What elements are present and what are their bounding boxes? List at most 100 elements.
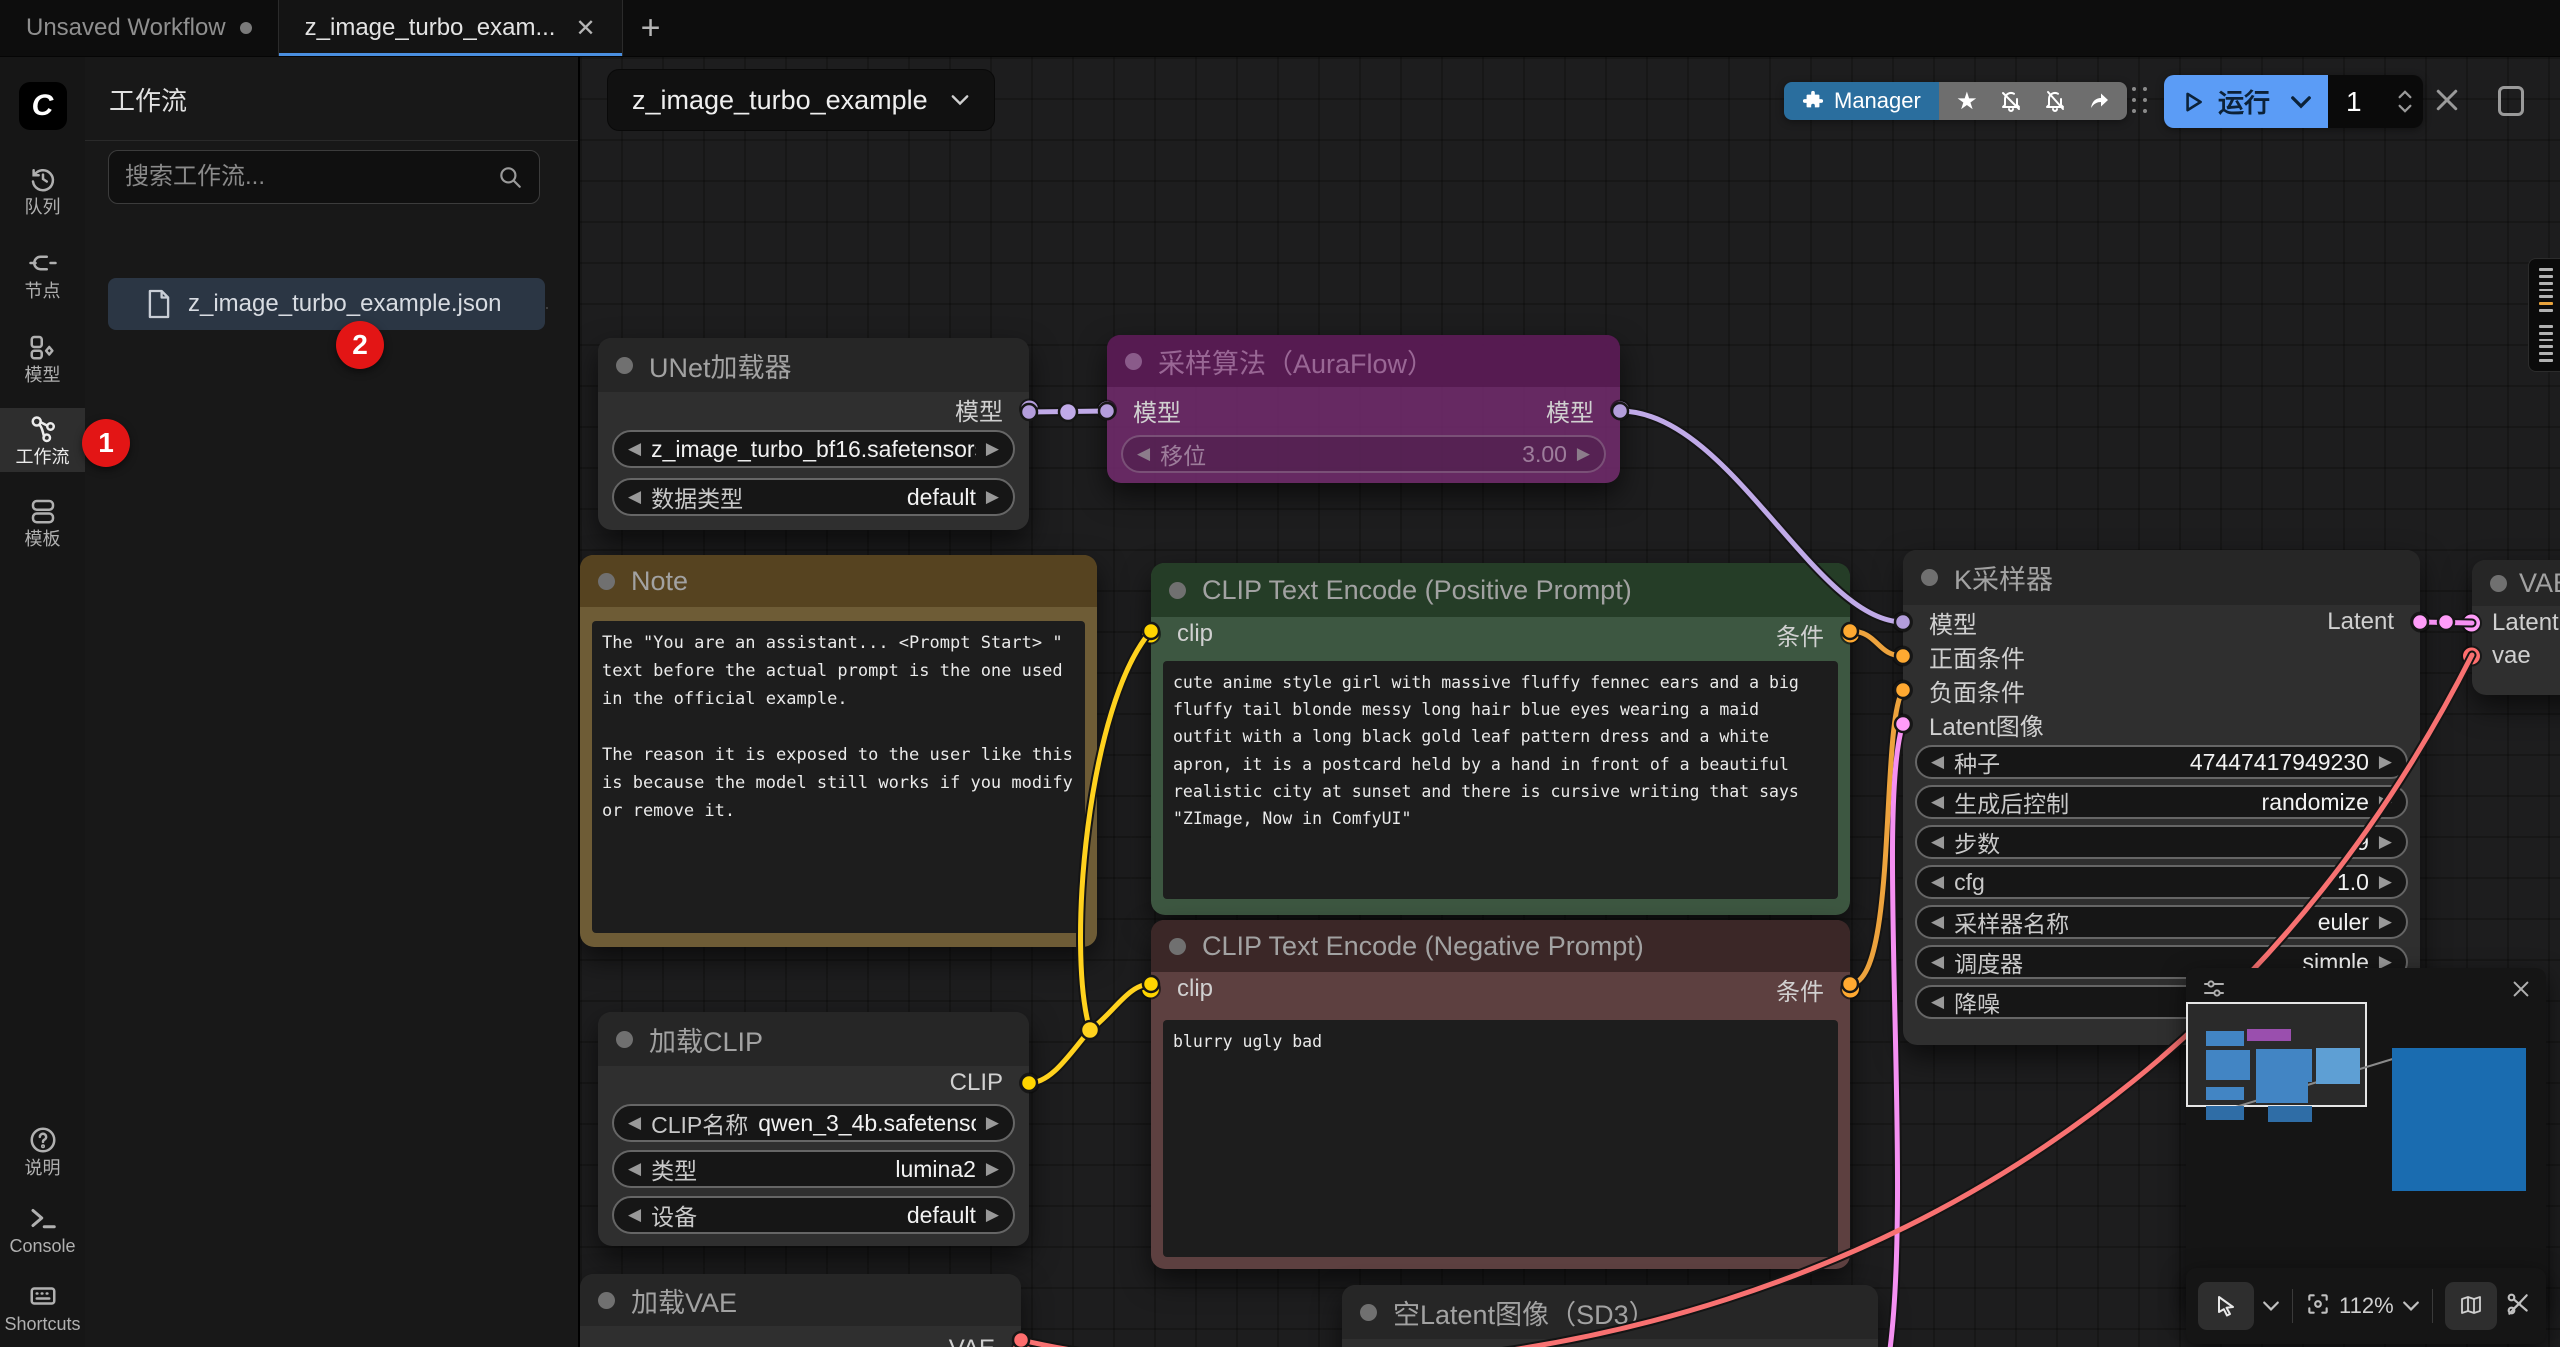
- tab-unsaved-workflow[interactable]: Unsaved Workflow: [0, 0, 278, 56]
- latent-output-dot[interactable]: [2412, 614, 2429, 631]
- latent-input-dot[interactable]: [1894, 716, 1911, 733]
- output-slot-model[interactable]: 模型: [598, 392, 1029, 426]
- vae-input-dot[interactable]: [2463, 647, 2480, 664]
- prev-arrow-icon[interactable]: ◀: [628, 1113, 641, 1133]
- collapse-dot-icon[interactable]: [2490, 575, 2507, 592]
- node-vae-decode[interactable]: VAE Latent vae: [2472, 560, 2560, 695]
- prev-arrow-icon[interactable]: ◀: [628, 1159, 641, 1179]
- select-tool-button[interactable]: [2198, 1282, 2254, 1330]
- node-clip-text-encode-positive[interactable]: CLIP Text Encode (Positive Prompt) clip …: [1151, 563, 1850, 915]
- model-input-dot[interactable]: [1098, 402, 1115, 419]
- decrement-chevron-icon[interactable]: [2397, 104, 2413, 113]
- next-arrow-icon[interactable]: ▶: [2379, 872, 2392, 892]
- run-button[interactable]: 运行: [2164, 75, 2328, 128]
- clip-output-dot[interactable]: [1021, 1075, 1038, 1092]
- output-slot-latent[interactable]: Latent: [2301, 605, 2420, 639]
- node-empty-latent-image[interactable]: 空Latent图像（SD3）: [1342, 1285, 1878, 1347]
- node-note[interactable]: Note The "You are an assistant... <Promp…: [580, 555, 1097, 947]
- prev-arrow-icon[interactable]: ◀: [1931, 752, 1944, 772]
- toggle-minimap-button[interactable]: [2445, 1282, 2497, 1330]
- widget-steps[interactable]: ◀ 步数 9 ▶: [1915, 825, 2408, 859]
- widget-clip-name[interactable]: ◀ CLIP名称 qwen_3_4b.safetensors ▶: [612, 1104, 1015, 1142]
- widget-unet-name[interactable]: ◀ z_image_turbo_bf16.safetensors ▶: [612, 430, 1015, 468]
- share-button[interactable]: [2077, 89, 2121, 113]
- next-arrow-icon[interactable]: ▶: [1577, 444, 1590, 464]
- prev-arrow-icon[interactable]: ◀: [1137, 444, 1150, 464]
- comfyui-logo[interactable]: C: [19, 82, 67, 130]
- output-slot-vae[interactable]: VAE: [580, 1332, 1021, 1347]
- node-clip-loader[interactable]: 加载CLIP CLIP ◀ CLIP名称 qwen_3_4b.safetenso…: [598, 1012, 1029, 1246]
- stop-button[interactable]: [2498, 86, 2524, 116]
- zoom-chevron-icon[interactable]: [2402, 1300, 2420, 1312]
- next-arrow-icon[interactable]: ▶: [986, 1205, 999, 1225]
- next-arrow-icon[interactable]: ▶: [986, 1159, 999, 1179]
- latent-input-dot[interactable]: [2463, 614, 2480, 631]
- collapse-dot-icon[interactable]: [1921, 569, 1938, 586]
- close-tab-icon[interactable]: ✕: [575, 14, 595, 42]
- manager-button[interactable]: Manager: [1784, 82, 1939, 120]
- clip-input-dot[interactable]: [1142, 626, 1159, 643]
- queue-history-flyout-tab[interactable]: [2528, 258, 2560, 372]
- next-arrow-icon[interactable]: ▶: [2379, 912, 2392, 932]
- next-arrow-icon[interactable]: ▶: [2379, 752, 2392, 772]
- fit-view-button[interactable]: [2305, 1291, 2331, 1322]
- prev-arrow-icon[interactable]: ◀: [628, 439, 641, 459]
- next-arrow-icon[interactable]: ▶: [986, 1113, 999, 1133]
- workflow-search-box[interactable]: [108, 150, 540, 204]
- collapse-dot-icon[interactable]: [598, 573, 615, 590]
- collapse-dot-icon[interactable]: [1125, 353, 1142, 370]
- sidebar-item-templates[interactable]: 模板: [0, 490, 85, 554]
- model-input-dot[interactable]: [1894, 614, 1911, 631]
- input-slot-clip[interactable]: clip: [1177, 620, 1213, 648]
- input-slot-positive[interactable]: 正面条件: [1903, 639, 2420, 673]
- toolbar-drag-handle[interactable]: [2132, 87, 2148, 115]
- node-model-sampling-auraflow[interactable]: 采样算法（AuraFlow） 模型 模型 ◀ 移位 3.00 ▶: [1107, 335, 1620, 483]
- input-slot-latent[interactable]: Latent: [2472, 606, 2560, 639]
- cancel-run-button[interactable]: [2432, 85, 2462, 120]
- collapse-dot-icon[interactable]: [1360, 1304, 1377, 1321]
- widget-sampler-name[interactable]: ◀ 采样器名称 euler ▶: [1915, 905, 2408, 939]
- output-slot-model[interactable]: 模型: [1546, 393, 1594, 428]
- conditioning-output-dot[interactable]: [1842, 981, 1859, 998]
- input-slot-vae[interactable]: vae: [2472, 639, 2560, 672]
- workflow-file-item[interactable]: z_image_turbo_example.json: [108, 278, 545, 330]
- collapse-dot-icon[interactable]: [1169, 938, 1186, 955]
- output-slot-clip[interactable]: CLIP: [598, 1066, 1029, 1100]
- prev-arrow-icon[interactable]: ◀: [628, 487, 641, 507]
- minimap-settings-sliders-icon[interactable]: [2202, 977, 2226, 1001]
- conditioning-output-dot[interactable]: [1842, 626, 1859, 643]
- node-graph-canvas[interactable]: z_image_turbo_example UNet加载器 模型 ◀ z_ima…: [580, 57, 2560, 1347]
- sidebar-item-models[interactable]: 模型: [0, 326, 85, 390]
- new-tab-button[interactable]: +: [623, 0, 679, 56]
- positive-input-dot[interactable]: [1894, 648, 1911, 665]
- sidebar-item-help[interactable]: 说明: [0, 1119, 85, 1183]
- tool-options-chevron-icon[interactable]: [2262, 1300, 2280, 1312]
- collapse-dot-icon[interactable]: [1169, 582, 1186, 599]
- prev-arrow-icon[interactable]: ◀: [1931, 872, 1944, 892]
- minimap-close-icon[interactable]: [2510, 978, 2532, 1000]
- node-unet-loader[interactable]: UNet加载器 模型 ◀ z_image_turbo_bf16.safetens…: [598, 338, 1029, 530]
- vae-output-dot[interactable]: [1013, 1341, 1030, 1347]
- notification-bell-button[interactable]: [1989, 89, 2033, 113]
- widget-clip-device[interactable]: ◀ 设备 default ▶: [612, 1196, 1015, 1234]
- next-arrow-icon[interactable]: ▶: [2379, 832, 2392, 852]
- sidebar-item-nodes[interactable]: 节点: [0, 242, 85, 306]
- input-slot-model[interactable]: 模型: [1133, 393, 1181, 428]
- minimap-panel[interactable]: [2186, 968, 2546, 1308]
- widget-clip-type[interactable]: ◀ 类型 lumina2 ▶: [612, 1150, 1015, 1188]
- sidebar-item-queue[interactable]: 队列: [0, 158, 85, 222]
- favorites-star-button[interactable]: ★: [1945, 87, 1989, 115]
- prev-arrow-icon[interactable]: ◀: [628, 1205, 641, 1225]
- prev-arrow-icon[interactable]: ◀: [1931, 992, 1944, 1012]
- widget-weight-dtype[interactable]: ◀ 数据类型 default ▶: [612, 478, 1015, 516]
- prev-arrow-icon[interactable]: ◀: [1931, 912, 1944, 932]
- widget-cfg[interactable]: ◀ cfg 1.0 ▶: [1915, 865, 2408, 899]
- zoom-level-indicator[interactable]: 112%: [2339, 1293, 2394, 1319]
- collapse-dot-icon[interactable]: [616, 357, 633, 374]
- input-slot-clip[interactable]: clip: [1177, 975, 1213, 1003]
- sidebar-item-workflows[interactable]: 工作流: [0, 408, 85, 472]
- model-output-dot[interactable]: [1612, 402, 1629, 419]
- prev-arrow-icon[interactable]: ◀: [1931, 792, 1944, 812]
- prev-arrow-icon[interactable]: ◀: [1931, 832, 1944, 852]
- negative-input-dot[interactable]: [1894, 682, 1911, 699]
